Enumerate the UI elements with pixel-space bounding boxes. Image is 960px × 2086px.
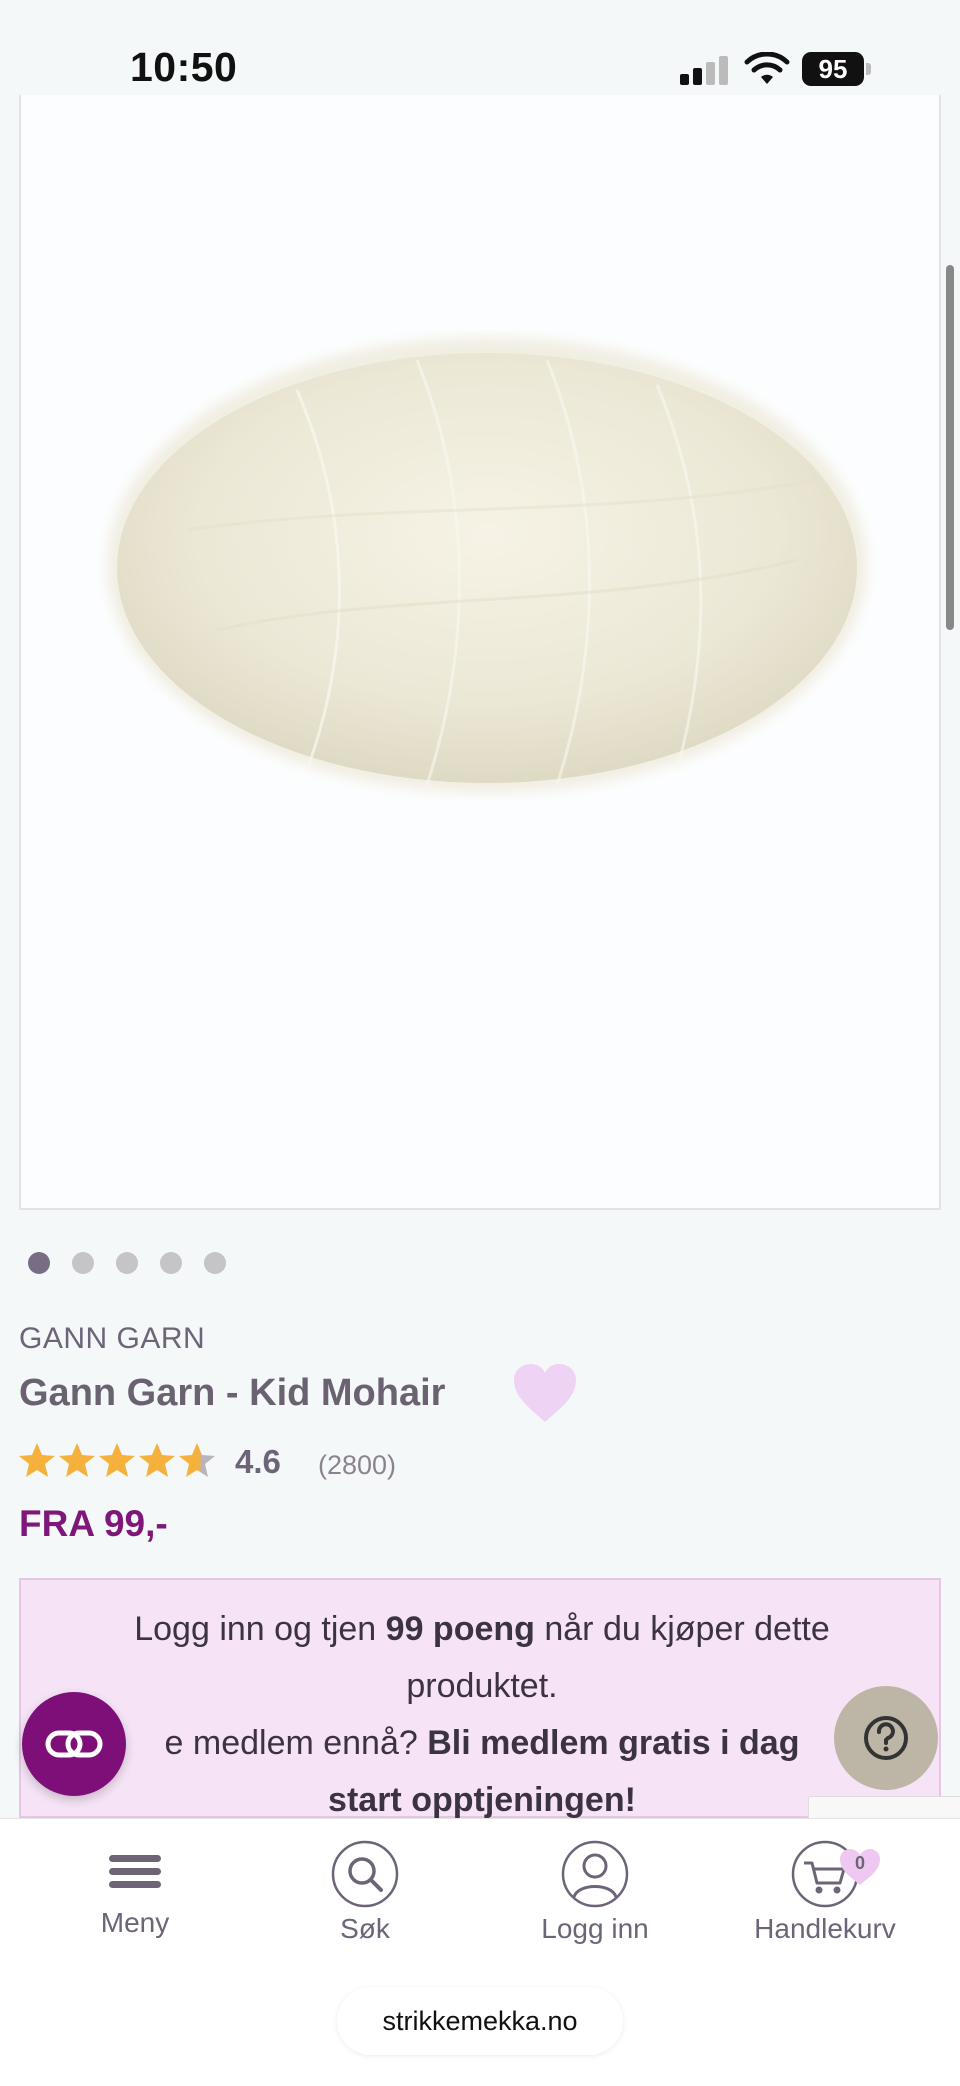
nav-search-label: Søk: [340, 1913, 390, 1944]
status-time: 10:50: [130, 44, 238, 90]
scrollbar[interactable]: [946, 265, 954, 630]
image-dot-3[interactable]: [116, 1252, 138, 1274]
nav-menu-label: Meny: [100, 1907, 170, 1938]
nav-search[interactable]: Søk: [250, 1839, 480, 1945]
loyalty-points-banner: Logg inn og tjen 99 poeng når du kjøper …: [19, 1578, 943, 1820]
wifi-icon: [744, 52, 790, 84]
loyalty-widget-button[interactable]: [22, 1692, 126, 1796]
hamburger-menu-icon: [109, 1855, 161, 1888]
nav-login-label: Logg inn: [541, 1913, 649, 1944]
search-icon: [331, 1840, 399, 1908]
cart-count: 0: [855, 1853, 865, 1873]
nav-menu[interactable]: Meny: [20, 1839, 250, 1939]
user-icon: [561, 1840, 629, 1908]
loyalty-line-1: Logg inn og tjen 99 poeng når du kjøper …: [134, 1610, 830, 1648]
cart-count-heart-icon: 0: [840, 1849, 880, 1885]
yarn-ball-image: [107, 337, 867, 793]
loyalty-line-2: produktet.: [406, 1667, 558, 1705]
rating-stars: [19, 1443, 215, 1477]
review-count[interactable]: (2800): [318, 1450, 396, 1481]
help-button[interactable]: [834, 1686, 938, 1790]
battery-icon: 95: [802, 52, 872, 86]
star-icon: [179, 1443, 215, 1477]
loyalty-line-4[interactable]: start opptjeningen!: [21, 1781, 943, 1820]
cellular-signal-icon: [680, 55, 730, 85]
image-dot-5[interactable]: [204, 1252, 226, 1274]
product-brand[interactable]: GANN GARN: [19, 1322, 205, 1356]
browser-url-bar[interactable]: strikkemekka.no: [337, 1987, 623, 2055]
product-price: FRA 99,-: [19, 1503, 168, 1544]
image-dot-2[interactable]: [72, 1252, 94, 1274]
star-icon: [59, 1443, 95, 1477]
star-icon: [19, 1443, 55, 1477]
question-mark-icon: [864, 1716, 908, 1760]
status-bar: 10:50 95: [0, 0, 960, 110]
star-icon: [99, 1443, 135, 1477]
favorite-heart-icon[interactable]: [512, 1362, 578, 1424]
rating-value: 4.6: [235, 1443, 281, 1480]
product-title: Gann Garn - Kid Mohair: [19, 1372, 446, 1414]
image-dot-4[interactable]: [160, 1252, 182, 1274]
battery-level: 95: [802, 52, 864, 86]
product-image-carousel[interactable]: [19, 95, 941, 1210]
star-icon: [139, 1443, 175, 1477]
chain-link-icon: [45, 1730, 103, 1758]
image-dot-1[interactable]: [28, 1252, 50, 1274]
loyalty-line-3[interactable]: e medlem ennå? Bli medlem gratis i dag: [21, 1724, 943, 1763]
nav-cart[interactable]: 0 Handlekurv: [710, 1839, 940, 1945]
nav-login[interactable]: Logg inn: [480, 1839, 710, 1945]
bottom-navigation: Meny Søk Logg inn 0 Handlekurv strikkeme…: [0, 1818, 960, 2086]
nav-cart-label: Handlekurv: [754, 1913, 896, 1944]
